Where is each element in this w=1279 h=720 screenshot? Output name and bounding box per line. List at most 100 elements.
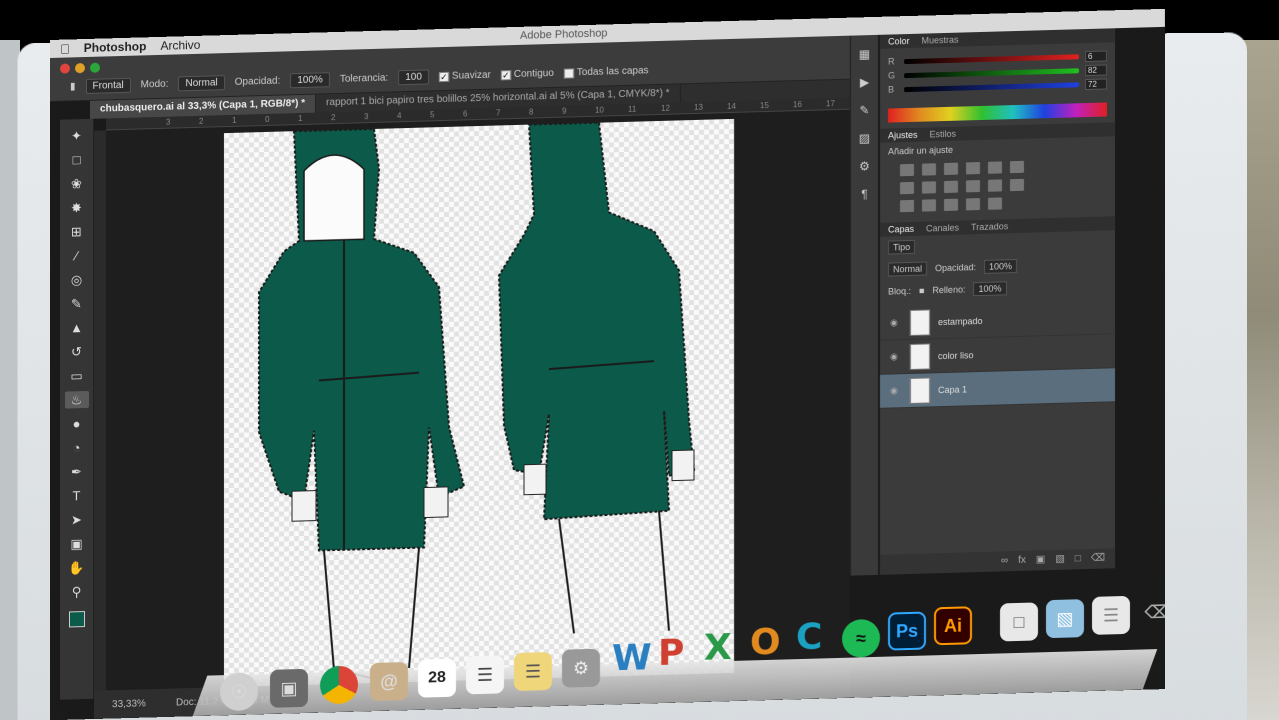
hand-tool-icon[interactable]: ✋ xyxy=(65,559,89,577)
zoom-level[interactable]: 33,33% xyxy=(112,698,146,710)
excel-icon[interactable]: X xyxy=(704,627,732,669)
apple-icon[interactable]:  xyxy=(60,41,70,56)
vibrance-icon[interactable] xyxy=(988,161,1002,174)
tool-presets-icon[interactable]: ⚙ xyxy=(859,159,870,173)
gradient-icon[interactable] xyxy=(1010,160,1024,174)
path-select-icon[interactable]: ➤ xyxy=(65,511,89,529)
layer-kind-select[interactable]: Tipo xyxy=(888,239,916,255)
tolerance-input[interactable]: 100 xyxy=(398,69,429,86)
lock-icon[interactable]: ■ xyxy=(919,286,924,296)
mode-select[interactable]: Normal xyxy=(178,75,225,92)
folder-icon[interactable]: ▧ xyxy=(1046,599,1084,639)
paint-bucket-tool-icon[interactable]: ♨ xyxy=(64,390,89,409)
healing-tool-icon[interactable]: ◎ xyxy=(65,271,89,289)
magic-wand-tool-icon[interactable]: ✸ xyxy=(65,199,89,217)
outlook-icon[interactable]: O xyxy=(750,622,781,664)
marquee-tool-icon[interactable]: □ xyxy=(65,151,89,169)
zoom-button[interactable] xyxy=(90,62,100,73)
tab-channels[interactable]: Canales xyxy=(926,223,959,234)
link-icon[interactable]: ∞ xyxy=(1001,555,1008,567)
fill-input[interactable]: 100% xyxy=(973,281,1007,297)
shape-tool-icon[interactable]: ▣ xyxy=(65,535,89,553)
invert-icon[interactable] xyxy=(900,199,914,213)
red-value-input[interactable]: 6 xyxy=(1085,49,1107,62)
downloads-icon[interactable]: ☰ xyxy=(1092,595,1130,635)
balance-icon[interactable] xyxy=(922,181,936,194)
foreground-color-swatch[interactable] xyxy=(68,611,85,628)
eye-icon[interactable]: ◉ xyxy=(890,317,902,328)
eye-icon[interactable]: ◉ xyxy=(890,385,902,396)
zoom-tool-icon[interactable]: ⚲ xyxy=(65,583,89,601)
posterize-icon[interactable] xyxy=(922,199,936,212)
brush-tool-icon[interactable]: ✎ xyxy=(65,295,89,313)
trash-icon[interactable]: ⌫ xyxy=(1091,553,1105,565)
red-slider[interactable] xyxy=(904,53,1079,64)
blur-tool-icon[interactable]: ● xyxy=(65,415,89,433)
communicator-icon[interactable]: C xyxy=(796,616,822,658)
illustrator-icon[interactable]: Ai xyxy=(934,606,972,646)
move-tool-icon[interactable]: ✦ xyxy=(65,127,89,145)
document-icon[interactable]: □ xyxy=(1000,602,1038,642)
crop-tool-icon[interactable]: ⊞ xyxy=(65,223,89,241)
powerpoint-icon[interactable]: P xyxy=(658,632,684,674)
tab-swatches[interactable]: Muestras xyxy=(922,35,959,46)
settings-icon[interactable]: ⚙ xyxy=(562,648,600,688)
paragraph-panel-icon[interactable]: ¶ xyxy=(861,187,867,201)
calendar-icon[interactable]: 28 xyxy=(418,658,456,698)
photo-booth-icon[interactable]: ▣ xyxy=(270,668,308,708)
reminders-icon[interactable]: ☰ xyxy=(466,655,504,695)
tab-adjustments[interactable]: Ajustes xyxy=(888,130,918,141)
tab-layers[interactable]: Capas xyxy=(888,224,914,235)
paint-bucket-icon[interactable]: ▮ xyxy=(70,81,76,92)
history-brush-icon[interactable]: ↺ xyxy=(65,343,89,361)
lasso-tool-icon[interactable]: ❀ xyxy=(65,175,89,193)
mask-icon[interactable]: ▣ xyxy=(1036,554,1045,566)
clone-panel-icon[interactable]: ▨ xyxy=(859,131,870,145)
lookup-icon[interactable] xyxy=(1010,178,1024,192)
threshold-icon[interactable] xyxy=(944,198,958,212)
photoshop-icon[interactable]: Ps xyxy=(888,611,926,651)
fx-icon[interactable]: fx xyxy=(1018,555,1026,567)
mixer-icon[interactable] xyxy=(988,179,1002,192)
minimize-button[interactable] xyxy=(75,63,85,74)
hue-icon[interactable] xyxy=(900,181,914,195)
actions-panel-icon[interactable]: ▶ xyxy=(860,75,869,89)
green-value-input[interactable]: 82 xyxy=(1085,63,1107,76)
folder-icon[interactable]: ▧ xyxy=(1055,554,1064,566)
type-tool-icon[interactable]: T xyxy=(65,487,89,505)
stamp-tool-icon[interactable]: ▲ xyxy=(65,319,89,337)
layer-opacity-input[interactable]: 100% xyxy=(984,258,1018,274)
levels-icon[interactable] xyxy=(922,163,936,176)
blue-slider[interactable] xyxy=(904,81,1079,92)
dodge-tool-icon[interactable]: ◔ xyxy=(65,439,89,457)
exposure-icon[interactable] xyxy=(966,162,980,175)
brightness-icon[interactable] xyxy=(900,163,914,177)
eraser-tool-icon[interactable]: ▭ xyxy=(65,367,89,385)
history-panel-icon[interactable]: ▦ xyxy=(859,47,870,61)
new-layer-icon[interactable]: □ xyxy=(1075,553,1081,565)
selective-color-icon[interactable] xyxy=(966,198,980,211)
photo-filter-icon[interactable] xyxy=(966,180,980,193)
eyedropper-tool-icon[interactable]: ⁄ xyxy=(65,247,89,265)
tab-color[interactable]: Color xyxy=(888,36,910,47)
todas-capas-checkbox[interactable]: Todas las capas xyxy=(563,65,649,78)
close-button[interactable] xyxy=(60,63,70,74)
tab-paths[interactable]: Trazados xyxy=(971,221,1008,232)
tool-preset-select[interactable]: Frontal xyxy=(85,77,131,95)
contacts-icon[interactable]: @ xyxy=(370,662,408,702)
trash-icon[interactable]: ⌫ xyxy=(1138,593,1165,632)
notes-icon[interactable]: ☰ xyxy=(514,651,552,692)
eye-icon[interactable]: ◉ xyxy=(890,351,902,362)
file-menu[interactable]: Archivo xyxy=(160,38,200,53)
pen-tool-icon[interactable]: ✒ xyxy=(65,463,89,481)
suavizar-checkbox[interactable]: ✓ Suavizar xyxy=(438,70,491,82)
blue-value-input[interactable]: 72 xyxy=(1085,77,1107,90)
bw-icon[interactable] xyxy=(944,180,958,194)
layer-row-selected[interactable]: ◉ Capa 1 xyxy=(880,368,1115,409)
curves-icon[interactable] xyxy=(944,162,958,176)
green-slider[interactable] xyxy=(904,67,1079,78)
spotify-icon[interactable]: ≈ xyxy=(842,618,880,658)
color-spectrum[interactable] xyxy=(888,102,1107,123)
blend-mode-select[interactable]: Normal xyxy=(888,261,928,277)
opacity-input[interactable]: 100% xyxy=(290,72,330,89)
